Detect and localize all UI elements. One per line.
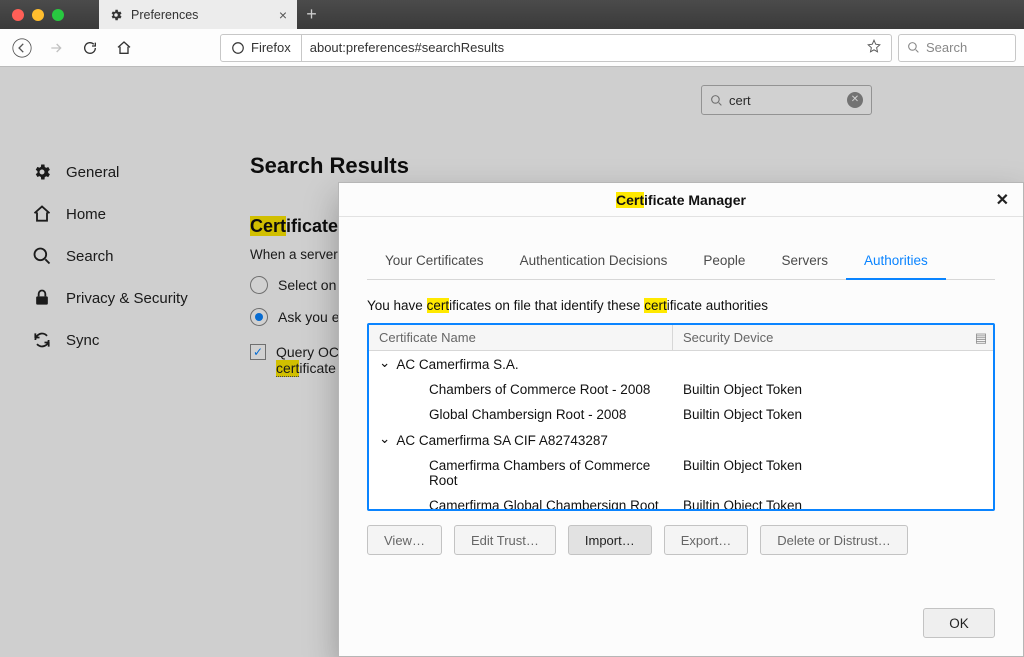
home-button[interactable] xyxy=(110,34,138,62)
browser-search-box[interactable]: Search xyxy=(898,34,1016,62)
traffic-lights xyxy=(0,9,64,21)
identity-box[interactable]: Firefox xyxy=(221,35,302,61)
certificate-actions: View… Edit Trust… Import… Export… Delete… xyxy=(367,525,995,555)
highlight: cert xyxy=(644,298,667,313)
ok-button[interactable]: OK xyxy=(923,608,995,638)
window-titlebar: Preferences × + xyxy=(0,0,1024,29)
certificate-manager-dialog: Certificate Manager ✕ Your Certificates … xyxy=(338,182,1024,657)
tree-group[interactable]: ⌄AC Camerfirma SA CIF A82743287 xyxy=(369,427,993,453)
bookmark-star-icon[interactable] xyxy=(867,39,891,56)
tab-authentication-decisions[interactable]: Authentication Decisions xyxy=(502,243,686,279)
tab-people[interactable]: People xyxy=(685,243,763,279)
search-icon xyxy=(907,41,920,54)
tree-row[interactable]: Camerfirma Global Chambersign RootBuilti… xyxy=(369,493,993,511)
chevron-down-icon: ⌄ xyxy=(379,431,390,447)
tree-row[interactable]: Global Chambersign Root - 2008Builtin Ob… xyxy=(369,402,993,427)
url-text: about:preferences#searchResults xyxy=(302,40,867,55)
tab-title: Preferences xyxy=(131,8,279,22)
firefox-icon xyxy=(231,41,245,55)
tab-servers[interactable]: Servers xyxy=(763,243,846,279)
arrow-right-icon xyxy=(48,40,64,56)
window-minimize-button[interactable] xyxy=(32,9,44,21)
dialog-tabs: Your Certificates Authentication Decisio… xyxy=(367,243,995,280)
identity-label: Firefox xyxy=(251,40,291,55)
dialog-close-button[interactable]: ✕ xyxy=(996,190,1009,210)
highlight: Cert xyxy=(616,192,644,208)
reload-button[interactable] xyxy=(76,34,104,62)
new-tab-button[interactable]: + xyxy=(297,0,326,29)
browser-tab-preferences[interactable]: Preferences × xyxy=(99,0,297,29)
tree-row[interactable]: Camerfirma Chambers of Commerce RootBuil… xyxy=(369,453,993,493)
back-button[interactable] xyxy=(8,34,36,62)
certificates-tree[interactable]: Certificate Name Security Device ▤ ⌄AC C… xyxy=(367,323,995,511)
dialog-title: Certificate Manager ✕ xyxy=(339,183,1023,217)
tab-close-icon[interactable]: × xyxy=(279,7,287,23)
tree-group[interactable]: ⌄AC Camerfirma S.A. xyxy=(369,351,993,377)
tab-authorities[interactable]: Authorities xyxy=(846,243,946,280)
tab-your-certificates[interactable]: Your Certificates xyxy=(367,243,502,279)
column-picker-icon[interactable]: ▤ xyxy=(969,325,993,350)
tree-row[interactable]: Chambers of Commerce Root - 2008Builtin … xyxy=(369,377,993,402)
url-bar[interactable]: Firefox about:preferences#searchResults xyxy=(220,34,892,62)
window-zoom-button[interactable] xyxy=(52,9,64,21)
chevron-down-icon: ⌄ xyxy=(379,355,390,371)
home-icon xyxy=(116,40,132,56)
import-button[interactable]: Import… xyxy=(568,525,652,555)
forward-button xyxy=(42,34,70,62)
search-placeholder: Search xyxy=(926,40,967,55)
export-button[interactable]: Export… xyxy=(664,525,749,555)
highlight: cert xyxy=(427,298,450,313)
tree-header: Certificate Name Security Device ▤ xyxy=(369,325,993,351)
delete-button[interactable]: Delete or Distrust… xyxy=(760,525,907,555)
edit-trust-button[interactable]: Edit Trust… xyxy=(454,525,556,555)
reload-icon xyxy=(82,40,98,56)
window-close-button[interactable] xyxy=(12,9,24,21)
arrow-left-icon xyxy=(12,38,32,58)
gear-icon xyxy=(109,8,123,22)
view-button[interactable]: View… xyxy=(367,525,442,555)
dialog-intro-text: You have certificates on file that ident… xyxy=(367,298,995,313)
column-security-device[interactable]: Security Device xyxy=(673,325,969,350)
browser-toolbar: Firefox about:preferences#searchResults … xyxy=(0,29,1024,67)
column-certificate-name[interactable]: Certificate Name xyxy=(369,325,673,350)
